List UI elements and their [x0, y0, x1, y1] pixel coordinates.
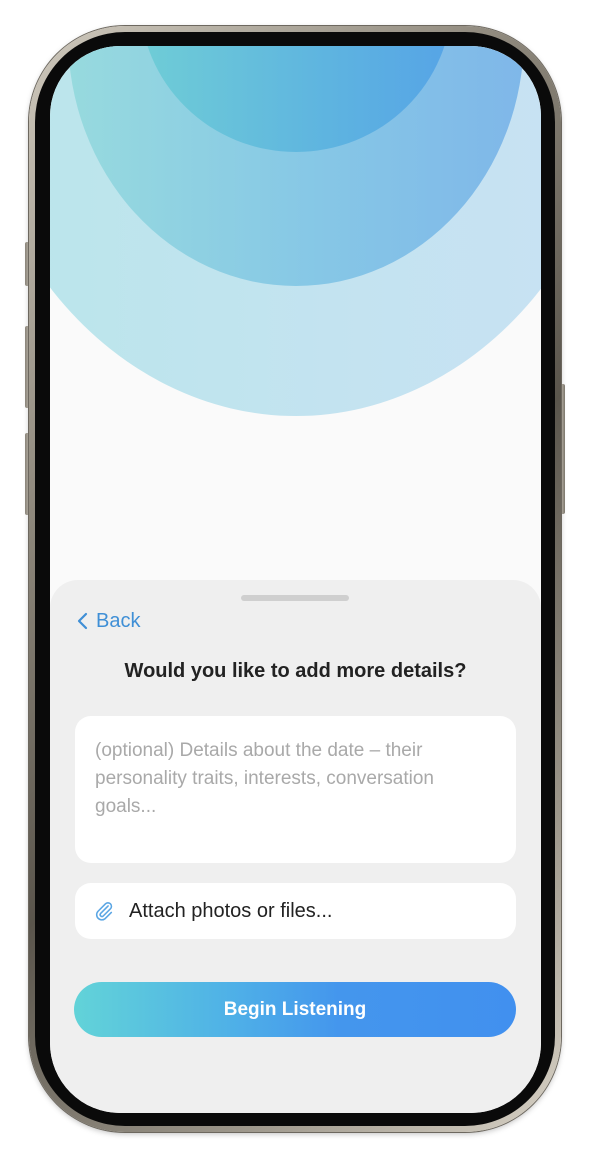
sheet-grabber-handle[interactable] — [241, 595, 349, 601]
begin-listening-button[interactable]: Begin Listening — [74, 982, 516, 1037]
details-placeholder-text: (optional) Details about the date – thei… — [95, 740, 434, 817]
details-textarea[interactable]: (optional) Details about the date – thei… — [75, 716, 516, 863]
back-button-label: Back — [96, 609, 141, 632]
paperclip-icon — [95, 902, 113, 921]
attach-files-button[interactable]: Attach photos or files... — [75, 883, 516, 939]
back-button[interactable]: Back — [76, 606, 140, 636]
device-mockup: Back Would you like to add more details?… — [0, 0, 592, 1160]
details-bottom-sheet: Back Would you like to add more details?… — [50, 580, 541, 1113]
sheet-title: Would you like to add more details? — [124, 660, 467, 682]
app-screen: Back Would you like to add more details?… — [50, 46, 541, 1113]
chevron-left-icon — [77, 612, 88, 630]
attach-files-label: Attach photos or files... — [129, 899, 333, 922]
